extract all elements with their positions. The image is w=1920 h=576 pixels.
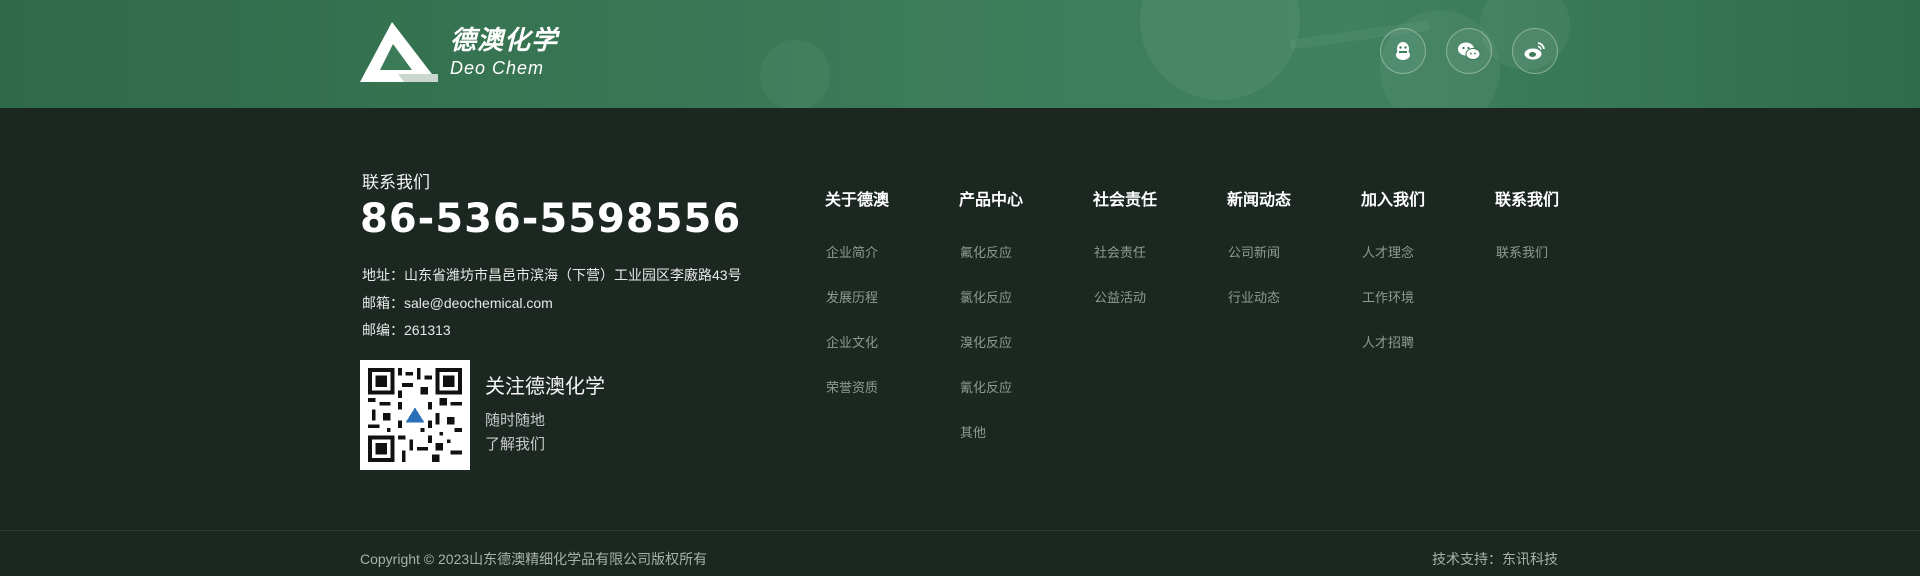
nav-column-about: 关于德澳 企业简介 发展历程 企业文化 荣誉资质: [825, 186, 889, 395]
nav-link[interactable]: 人才招聘: [1362, 332, 1414, 351]
tech-support-text[interactable]: 技术支持：东讯科技: [1432, 549, 1558, 569]
nav-link[interactable]: 企业简介: [826, 242, 878, 261]
nav-column-join-us: 加入我们 人才理念 工作环境 人才招聘: [1361, 186, 1425, 350]
nav-link[interactable]: 行业动态: [1228, 287, 1280, 306]
nav-link[interactable]: 人才理念: [1362, 242, 1414, 261]
contact-section: 联系我们: [362, 168, 430, 193]
qr-code-icon: [368, 368, 462, 462]
nav-heading[interactable]: 社会责任: [1093, 186, 1157, 210]
nav-column-news: 新闻动态 公司新闻 行业动态: [1227, 186, 1291, 305]
header-band: 德澳化学 Deo Chem: [0, 0, 1920, 108]
nav-link[interactable]: 企业文化: [826, 332, 878, 351]
nav-link[interactable]: 发展历程: [826, 287, 878, 306]
nav-heading[interactable]: 联系我们: [1495, 186, 1559, 210]
nav-link[interactable]: 公益活动: [1094, 287, 1146, 306]
nav-link[interactable]: 其他: [960, 422, 986, 441]
follow-line-2: 了解我们: [485, 436, 546, 453]
nav-link[interactable]: 溴化反应: [960, 332, 1012, 351]
wechat-icon: [1458, 42, 1481, 60]
nav-link[interactable]: 氯化反应: [960, 287, 1012, 306]
brand-name-cn: 德澳化学: [450, 25, 559, 55]
follow-title: 关注德澳化学: [485, 376, 605, 398]
nav-link[interactable]: 工作环境: [1362, 287, 1414, 306]
decor-bubble: [760, 40, 830, 108]
weibo-icon: [1524, 42, 1545, 60]
decor-bubble: [1140, 0, 1300, 100]
zip-text: 邮编：261313: [362, 322, 451, 338]
logo-mark-icon: [360, 22, 438, 82]
nav-column-contact: 联系我们 联系我们: [1495, 186, 1559, 260]
nav-link[interactable]: 荣誉资质: [826, 377, 878, 396]
copyright-text: Copyright © 2023山东德澳精细化学品有限公司版权所有: [360, 551, 708, 567]
weibo-button[interactable]: [1512, 28, 1558, 74]
social-links: [1380, 28, 1578, 74]
nav-link[interactable]: 氟化反应: [960, 242, 1012, 261]
brand-name-en: Deo Chem: [450, 58, 545, 78]
qq-button[interactable]: [1380, 28, 1426, 74]
nav-link[interactable]: 氰化反应: [960, 377, 1012, 396]
nav-heading[interactable]: 加入我们: [1361, 186, 1425, 210]
nav-link[interactable]: 公司新闻: [1228, 242, 1280, 261]
brand-logo[interactable]: 德澳化学 Deo Chem: [360, 22, 558, 82]
nav-heading[interactable]: 新闻动态: [1227, 186, 1291, 210]
contact-title: 联系我们: [362, 173, 430, 192]
qq-icon: [1396, 42, 1410, 60]
nav-link[interactable]: 联系我们: [1496, 242, 1548, 261]
wechat-button[interactable]: [1446, 28, 1492, 74]
nav-heading[interactable]: 关于德澳: [825, 186, 889, 210]
nav-column-social-responsibility: 社会责任 社会责任 公益活动: [1093, 186, 1157, 305]
email-text[interactable]: 邮箱：sale@deochemical.com: [362, 293, 553, 313]
nav-link[interactable]: 社会责任: [1094, 242, 1146, 261]
nav-heading[interactable]: 产品中心: [959, 186, 1023, 210]
nav-column-products: 产品中心 氟化反应 氯化反应 溴化反应 氰化反应 其他: [959, 186, 1023, 440]
footer-divider: [0, 530, 1920, 531]
address-text: 地址：山东省潍坊市昌邑市滨海（下营）工业园区李廒路43号: [362, 267, 742, 283]
follow-line-1: 随时随地: [485, 412, 546, 429]
phone-number[interactable]: 86-536-5598556: [360, 196, 741, 242]
qr-code: [360, 360, 470, 470]
